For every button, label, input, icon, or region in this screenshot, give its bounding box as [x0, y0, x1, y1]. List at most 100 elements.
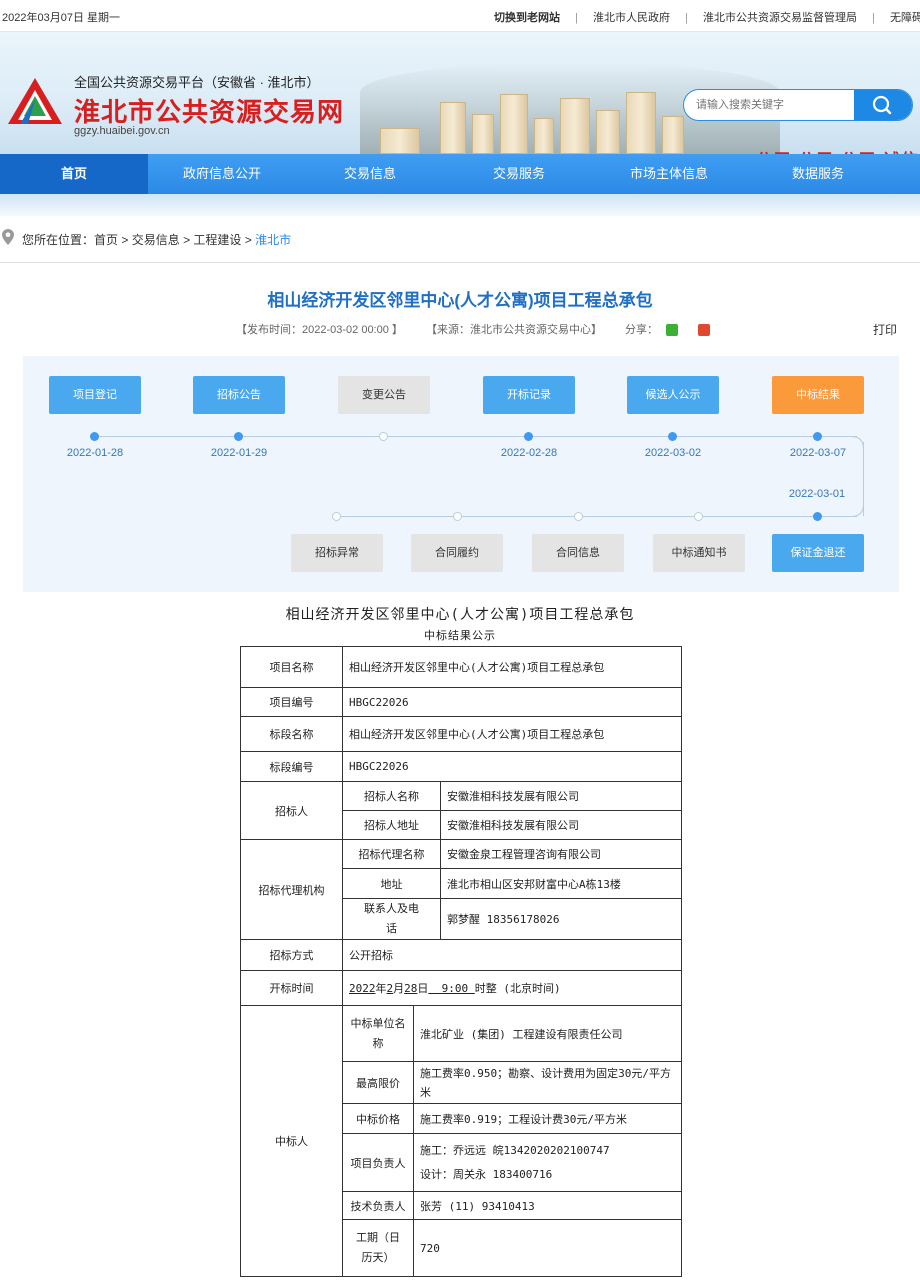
nav-item-data-service[interactable]: 数据服务 — [744, 154, 892, 194]
table-row: 标段编号 HBGC22026 — [240, 751, 683, 782]
cell-label: 开标时间 — [240, 970, 343, 1006]
timeline-dot — [694, 512, 703, 521]
step-tender-exception[interactable]: 招标异常 — [291, 534, 383, 572]
breadcrumb-current[interactable]: 淮北市 — [255, 233, 291, 247]
breadcrumb-sep: > — [241, 233, 256, 247]
print-button[interactable]: 打印 — [873, 321, 897, 338]
top-links: 切换到老网站 | 淮北市人民政府 | 淮北市公共资源交易监督管理局 | 无障碍 — [494, 9, 920, 25]
site-title[interactable]: 淮北市公共资源交易网 — [74, 92, 344, 129]
table-row: 招标人 招标人名称 安徽淮相科技发展有限公司 — [240, 781, 683, 840]
cell-value: 淮北矿业 (集团) 工程建设有限责任公司 — [412, 1005, 683, 1062]
cell-label: 中标单位名称 — [342, 1005, 414, 1062]
search-input[interactable] — [684, 90, 856, 120]
step-award-notice[interactable]: 中标通知书 — [653, 534, 745, 572]
table-row: 中标人 中标单位名称 淮北矿业 (集团) 工程建设有限责任公司 — [240, 1005, 683, 1277]
step-date: 2022-03-07 — [789, 447, 847, 459]
article-meta: 【发布时间：2022-03-02 00:00 】 【来源：淮北市公共资源交易中心… — [236, 321, 730, 337]
accessibility-link[interactable]: 无障碍 — [890, 12, 920, 24]
cell-label: 技术负责人 — [342, 1191, 414, 1220]
cell-value: 2022年2月28日 9:00 时整 (北京时间) — [341, 970, 683, 1006]
banner-building — [440, 102, 466, 154]
main-nav: 首页 政府信息公开 交易信息 交易服务 市场主体信息 数据服务 — [0, 154, 920, 194]
banner-building — [380, 128, 420, 154]
gov-link[interactable]: 淮北市人民政府 — [593, 12, 670, 24]
step-candidate-publicity[interactable]: 候选人公示 — [627, 376, 719, 414]
share-label: 分享： — [625, 324, 659, 336]
step-project-registration[interactable]: 项目登记 — [49, 376, 141, 414]
breadcrumb-home[interactable]: 首页 — [94, 233, 118, 247]
timeline-dot — [379, 432, 388, 441]
cell-label: 中标价格 — [342, 1103, 414, 1134]
cell-value: 施工费率0.919；工程设计费30元/平方米 — [412, 1103, 683, 1134]
banner-building — [596, 110, 620, 154]
cell-value: 张芳 (11) 93410413 — [412, 1191, 683, 1220]
pm-design: 设计：周关永 183400716 — [420, 1167, 553, 1181]
step-date: 2022-03-01 — [788, 488, 846, 500]
step-bid-opening-record[interactable]: 开标记录 — [483, 376, 575, 414]
cell-label: 招标人名称 — [342, 781, 441, 811]
cell-value: 安徽金泉工程管理咨询有限公司 — [439, 839, 683, 869]
bureau-link[interactable]: 淮北市公共资源交易监督管理局 — [703, 12, 857, 24]
location-pin-icon — [2, 229, 14, 245]
banner-building — [534, 118, 554, 154]
cell-label: 工期（日历天） — [342, 1219, 414, 1277]
cell-label: 招标代理名称 — [342, 839, 441, 869]
cell-label: 项目编号 — [240, 687, 343, 717]
wechat-icon[interactable] — [666, 324, 679, 337]
timeline-dot — [332, 512, 341, 521]
step-award-result[interactable]: 中标结果 — [772, 376, 864, 414]
breadcrumb-sep: > — [179, 233, 194, 247]
table-row: 开标时间 2022年2月28日 9:00 时整 (北京时间) — [240, 970, 683, 1006]
table-row: 标段名称 相山经济开发区邻里中心(人才公寓)项目工程总承包 — [240, 716, 683, 752]
divider: | — [575, 12, 578, 24]
breadcrumb-sep: > — [118, 233, 132, 247]
article-source: 【来源：淮北市公共资源交易中心】 — [425, 324, 602, 336]
timeline-dot — [813, 512, 822, 521]
page-title: 相山经济开发区邻里中心(人才公寓)项目工程总承包 — [267, 291, 653, 310]
step-contract-performance[interactable]: 合同履约 — [411, 534, 503, 572]
cell-label: 招标人 — [240, 781, 343, 840]
old-site-link[interactable]: 切换到老网站 — [494, 12, 560, 24]
open-year: 2022 — [349, 982, 376, 995]
breadcrumb-trade-info[interactable]: 交易信息 — [132, 233, 180, 247]
cell-value: 郭梦醒 18356178026 — [439, 898, 683, 940]
nav-item-home[interactable]: 首页 — [0, 154, 148, 194]
timeline-dot — [90, 432, 99, 441]
search-button[interactable] — [854, 90, 912, 120]
nav-item-trade-service[interactable]: 交易服务 — [444, 154, 594, 194]
nav-item-trade-info[interactable]: 交易信息 — [296, 154, 444, 194]
process-flow: 项目登记 招标公告 变更公告 开标记录 候选人公示 中标结果 2022-01-2… — [23, 356, 899, 592]
banner-building — [626, 92, 656, 154]
breadcrumb-construction[interactable]: 工程建设 — [193, 233, 241, 247]
cell-label: 联系人及电话 — [342, 898, 441, 940]
step-date: 2022-02-28 — [500, 447, 558, 459]
step-deposit-refund[interactable]: 保证金退还 — [772, 534, 864, 572]
open-month: 2 — [386, 982, 394, 995]
open-clock: 9:00 — [441, 982, 469, 995]
cell-value: HBGC22026 — [341, 687, 683, 717]
document-subtitle: 中标结果公示 — [424, 629, 496, 642]
top-bar: 2022年03月07日 星期一 切换到老网站 | 淮北市人民政府 | 淮北市公共… — [0, 0, 920, 32]
step-contract-info[interactable]: 合同信息 — [532, 534, 624, 572]
timeline-dot — [668, 432, 677, 441]
weibo-icon[interactable] — [698, 324, 711, 337]
nav-item-gov-info[interactable]: 政府信息公开 — [148, 154, 296, 194]
banner-building — [500, 94, 528, 154]
step-change-notice[interactable]: 变更公告 — [338, 376, 430, 414]
divider — [0, 262, 920, 263]
step-tender-notice[interactable]: 招标公告 — [193, 376, 285, 414]
timeline-line — [337, 516, 857, 517]
site-logo-icon — [8, 78, 62, 124]
cell-value: 安徽淮相科技发展有限公司 — [439, 781, 683, 811]
timeline-dot — [234, 432, 243, 441]
cell-value: 施工：乔远远 皖1342020202100747 设计：周关永 18340071… — [412, 1133, 683, 1192]
timeline-dot — [524, 432, 533, 441]
cell-label: 招标人地址 — [342, 810, 441, 840]
divider: | — [685, 12, 688, 24]
timeline-dot — [453, 512, 462, 521]
timeline-dot — [813, 432, 822, 441]
table-row: 项目编号 HBGC22026 — [240, 687, 683, 717]
header-banner: 全国公共资源交易平台（安徽省 · 淮北市） 淮北市公共资源交易网 ggzy.hu… — [0, 32, 920, 154]
nav-item-market-info[interactable]: 市场主体信息 — [594, 154, 744, 194]
search-icon — [872, 95, 892, 115]
